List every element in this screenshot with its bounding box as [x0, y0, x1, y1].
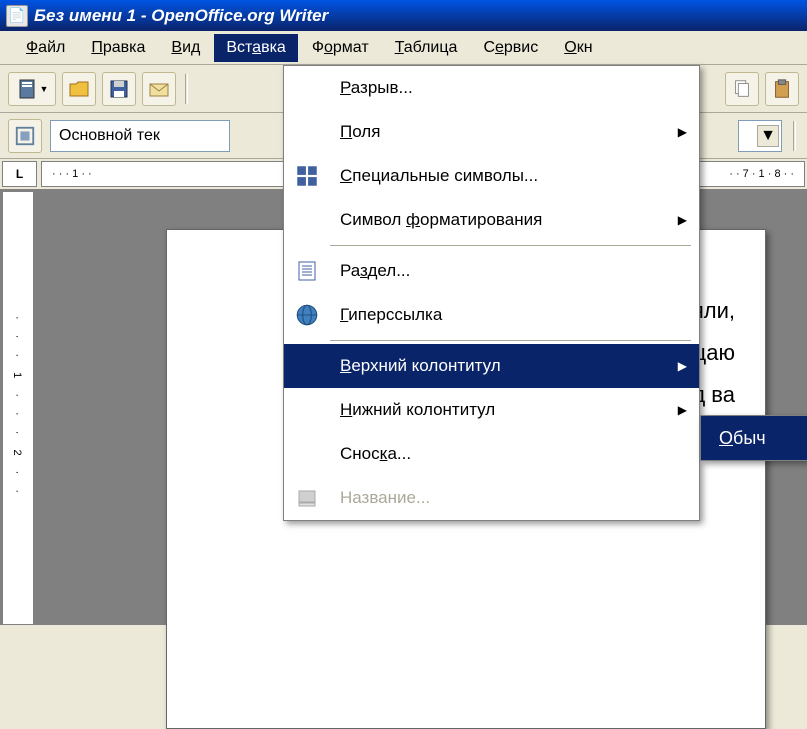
hyperlink-icon	[288, 302, 326, 328]
mail-button[interactable]	[142, 72, 176, 106]
open-button[interactable]	[62, 72, 96, 106]
chevron-down-icon: ▼	[757, 125, 779, 147]
menu-separator	[330, 245, 691, 246]
menu-tools[interactable]: Сервис	[471, 34, 550, 62]
menu-bar: Файл Правка Вид Вставка Формат Таблица С…	[0, 31, 807, 65]
caption-icon	[288, 486, 326, 510]
menu-item-formatting-mark[interactable]: Символ форматирования ▶	[284, 198, 699, 242]
title-bar: 📄 Без имени 1 - OpenOffice.org Writer	[0, 0, 807, 31]
paragraph-style-value: Основной тек	[59, 127, 160, 145]
toolbar-separator	[185, 74, 188, 104]
menu-item-footnote[interactable]: Сноска...	[284, 432, 699, 476]
save-button[interactable]	[102, 72, 136, 106]
insert-dropdown-menu: Разрыв... Поля ▶ Специальные символы... …	[283, 65, 700, 521]
font-size-dropdown[interactable]: ▼	[738, 120, 782, 152]
menu-item-break[interactable]: Разрыв...	[284, 66, 699, 110]
section-icon	[288, 259, 326, 283]
menu-table[interactable]: Таблица	[383, 34, 470, 62]
menu-insert[interactable]: Вставка	[214, 34, 297, 62]
vertical-ruler[interactable]: · · · 1 · · · 2 · ·	[2, 191, 34, 625]
chevron-right-icon: ▶	[678, 213, 687, 227]
menu-file[interactable]: Файл	[14, 34, 77, 62]
menu-separator	[330, 340, 691, 341]
paragraph-style-dropdown[interactable]: Основной тек	[50, 120, 230, 152]
menu-item-section[interactable]: Раздел...	[284, 249, 699, 293]
menu-window[interactable]: Окн	[552, 34, 604, 62]
app-icon: 📄	[6, 5, 28, 27]
menu-item-hyperlink[interactable]: Гиперссылка	[284, 293, 699, 337]
menu-view[interactable]: Вид	[159, 34, 212, 62]
chevron-right-icon: ▶	[678, 403, 687, 417]
paste-button[interactable]	[765, 72, 799, 106]
copy-button[interactable]	[725, 72, 759, 106]
menu-edit[interactable]: Правка	[79, 34, 157, 62]
menu-item-special-chars[interactable]: Специальные символы...	[284, 154, 699, 198]
menu-item-header[interactable]: Верхний колонтитул ▶	[284, 344, 699, 388]
menu-item-caption: Название...	[284, 476, 699, 520]
menu-item-fields[interactable]: Поля ▶	[284, 110, 699, 154]
special-chars-icon	[288, 163, 326, 189]
styles-button[interactable]	[8, 119, 42, 153]
toolbar-separator	[793, 121, 796, 151]
chevron-right-icon: ▶	[678, 359, 687, 373]
ruler-corner[interactable]: L	[2, 161, 37, 187]
menu-format[interactable]: Формат	[300, 34, 381, 62]
chevron-right-icon: ▶	[678, 125, 687, 139]
menu-item-footer[interactable]: Нижний колонтитул ▶	[284, 388, 699, 432]
new-document-button[interactable]: ▼	[8, 72, 56, 106]
header-submenu: Обыч	[700, 415, 807, 461]
submenu-item-default[interactable]: Обыч	[719, 428, 766, 449]
window-title: Без имени 1 - OpenOffice.org Writer	[34, 6, 328, 26]
